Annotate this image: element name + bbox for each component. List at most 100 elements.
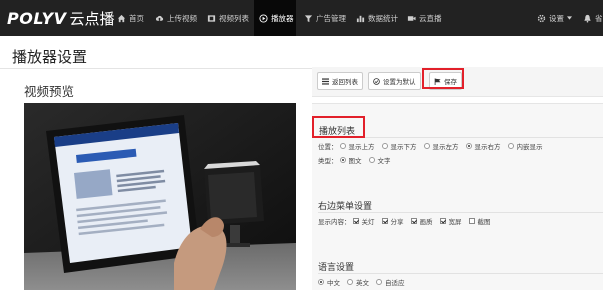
nav-item-video-list[interactable]: 视频列表	[207, 0, 249, 36]
position-option-label: 显示上方	[348, 143, 375, 151]
nav-item-stats[interactable]: 数据统计	[356, 0, 398, 36]
menu-option-widescreen[interactable]: 宽屏	[439, 216, 462, 226]
polyv-logo[interactable]: POLYV 云点播	[7, 8, 115, 28]
position-option-top[interactable]: 显示上方	[339, 141, 375, 151]
save-highlight-box	[422, 68, 464, 89]
logo-text: POLYV	[7, 8, 67, 28]
nav-label-ads: 广告管理	[316, 13, 346, 23]
cloud-upload-icon	[155, 15, 164, 21]
language-option-label: 英文	[356, 279, 369, 287]
radio-button[interactable]	[368, 157, 375, 163]
caret-down-icon	[567, 16, 572, 20]
language-option-label: 中文	[327, 279, 340, 287]
back-to-list-button[interactable]: 返回列表	[317, 72, 363, 90]
back-to-list-label: 返回列表	[332, 78, 358, 86]
radio-button-selected[interactable]	[465, 143, 472, 149]
radio-button-selected[interactable]	[339, 157, 346, 163]
video-preview-player[interactable]	[24, 103, 296, 290]
position-option-label: 显示右方	[474, 143, 501, 151]
language-divider	[318, 273, 603, 274]
position-option-label: 显示左方	[432, 143, 459, 151]
nav-item-ads[interactable]: 广告管理	[304, 0, 346, 36]
preview-heading: 视频预览	[24, 84, 75, 99]
type-option-label: 文字	[377, 157, 391, 165]
position-option-label: 内嵌显示	[516, 143, 543, 151]
filter-icon	[304, 14, 313, 22]
nav-item-upload[interactable]: 上传视频	[155, 0, 197, 36]
play-circle-icon	[259, 13, 268, 23]
right-menu-content-row: 显示内容： 关灯 分享 画质 宽屏 截图	[318, 216, 498, 226]
film-icon	[207, 14, 216, 22]
set-default-label: 设置为默认	[383, 78, 416, 86]
nav-item-player[interactable]: 播放器	[254, 0, 296, 36]
page-title: 播放器设置	[12, 48, 88, 66]
playlist-position-row: 位置： 显示上方 显示下方 显示左方 显示右方 内嵌显示	[318, 141, 550, 151]
menu-option-label: 画质	[419, 218, 433, 226]
position-option-bottom[interactable]: 显示下方	[381, 141, 417, 151]
check-circle-icon	[373, 77, 380, 85]
nav-label-upload: 上传视频	[167, 13, 197, 23]
logo-cn-text: 云点播	[69, 9, 115, 28]
checkbox[interactable]	[468, 218, 475, 224]
checkbox-checked[interactable]	[439, 218, 446, 224]
position-option-left[interactable]: 显示左方	[423, 141, 459, 151]
language-option-chinese[interactable]: 中文	[318, 277, 340, 287]
right-menu-section-title: 右边菜单设置	[318, 202, 373, 212]
video-camera-icon	[407, 15, 416, 21]
home-icon	[117, 14, 126, 22]
gear-icon	[537, 14, 546, 22]
set-default-button[interactable]: 设置为默认	[368, 72, 421, 90]
radio-button[interactable]	[339, 143, 346, 149]
video-frame-image	[24, 103, 296, 290]
nav-label-stats: 数据统计	[368, 13, 398, 23]
nav-settings-label: 设置	[549, 13, 564, 23]
nav-settings-dropdown[interactable]: 设置	[537, 0, 572, 36]
nav-item-live[interactable]: 云直播	[407, 0, 442, 36]
menu-option-label: 分享	[390, 218, 404, 226]
playlist-type-row: 类型： 图文 文字	[318, 155, 398, 165]
bell-icon	[584, 14, 591, 23]
nav-item-home[interactable]: 首页	[117, 0, 144, 36]
nav-label-video-list: 视频列表	[219, 13, 249, 23]
checkbox-checked[interactable]	[410, 218, 417, 224]
menu-option-share[interactable]: 分享	[381, 216, 404, 226]
nav-user-menu[interactable]: 省	[583, 0, 603, 36]
language-option-label: 自适应	[385, 279, 405, 287]
menu-option-quality[interactable]: 画质	[410, 216, 433, 226]
playlist-highlight-box	[312, 116, 365, 138]
radio-button-selected[interactable]	[318, 279, 324, 285]
language-section-title: 语言设置	[318, 263, 355, 273]
bar-chart-icon	[356, 15, 365, 22]
position-option-embedded[interactable]: 内嵌显示	[507, 141, 543, 151]
position-option-right[interactable]: 显示右方	[465, 141, 501, 151]
checkbox-checked[interactable]	[352, 218, 359, 224]
menu-option-lights-off[interactable]: 关灯	[352, 216, 375, 226]
position-label: 位置：	[318, 143, 338, 151]
menu-option-label: 宽屏	[448, 218, 462, 226]
content-label: 显示内容：	[318, 218, 351, 226]
type-option-image-text[interactable]: 图文	[339, 155, 362, 165]
menu-option-label: 关灯	[361, 218, 375, 226]
checkbox-checked[interactable]	[381, 218, 388, 224]
radio-button[interactable]	[376, 279, 382, 285]
language-option-english[interactable]: 英文	[347, 277, 369, 287]
language-option-auto[interactable]: 自适应	[376, 277, 405, 287]
radio-button[interactable]	[347, 279, 353, 285]
radio-button[interactable]	[507, 143, 514, 149]
radio-button[interactable]	[381, 143, 388, 149]
nav-label-player: 播放器	[271, 13, 294, 23]
nav-user-label: 省	[595, 13, 603, 23]
position-option-label: 显示下方	[390, 143, 417, 151]
language-options-row: 中文 英文 自适应	[318, 277, 412, 287]
type-option-label: 图文	[348, 157, 362, 165]
radio-button[interactable]	[423, 143, 430, 149]
list-icon	[322, 77, 329, 85]
nav-label-home: 首页	[129, 13, 144, 23]
top-navbar: POLYV 云点播 首页 上传视频 视频列表 播放器 广告管理 数据统计 云直播…	[0, 0, 603, 36]
menu-option-screenshot[interactable]: 截图	[468, 216, 491, 226]
type-label: 类型：	[318, 157, 338, 165]
right-menu-divider	[318, 212, 603, 213]
type-option-text[interactable]: 文字	[368, 155, 391, 165]
menu-option-label: 截图	[477, 218, 491, 226]
nav-label-live: 云直播	[419, 13, 442, 23]
